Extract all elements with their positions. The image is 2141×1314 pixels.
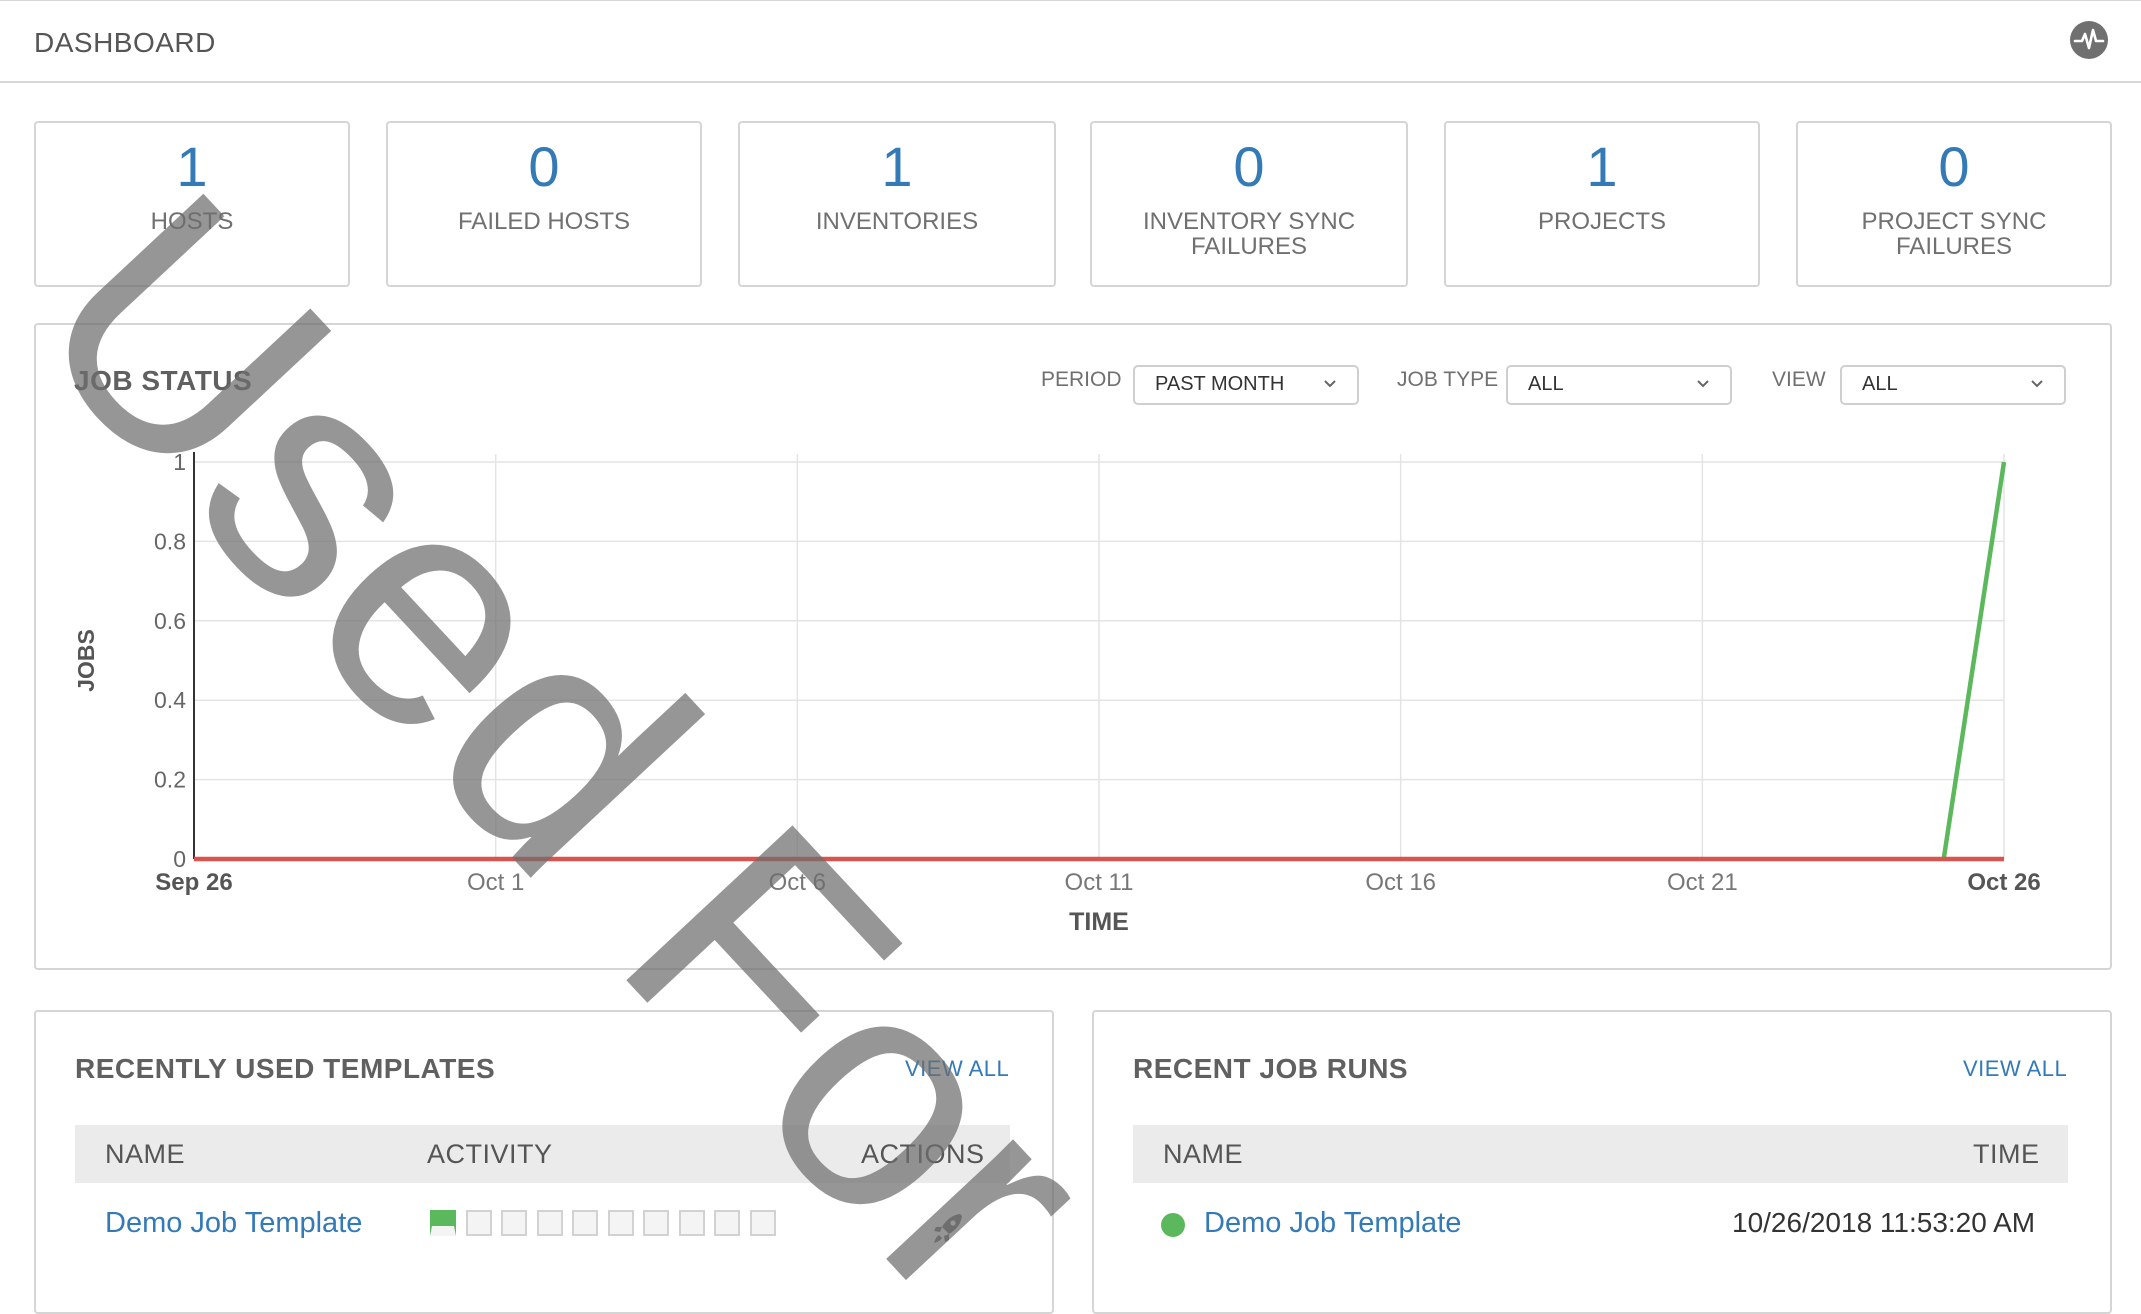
- rocket-launch-icon[interactable]: [930, 1210, 966, 1246]
- y-tick-label: 1: [173, 449, 186, 475]
- templates-col-name: NAME: [105, 1139, 186, 1169]
- y-tick-label: 0.2: [154, 767, 186, 793]
- templates-panel-title: RECENTLY USED TEMPLATES: [75, 1053, 496, 1084]
- job-runs-col-name: NAME: [1163, 1139, 1244, 1169]
- activity-success-box[interactable]: [430, 1210, 456, 1236]
- y-tick-label: 0.4: [154, 687, 186, 713]
- templates-col-activity: ACTIVITY: [427, 1139, 553, 1169]
- y-axis-title: JOBS: [73, 629, 99, 692]
- job-runs-table-header: [1133, 1125, 2068, 1183]
- activity-empty-box: [572, 1210, 598, 1236]
- y-tick-label: 0.8: [154, 528, 186, 554]
- activity-empty-box: [501, 1210, 527, 1236]
- x-tick-label: Oct 11: [1065, 869, 1134, 896]
- x-tick-label: Oct 6: [769, 869, 826, 896]
- activity-empty-box: [536, 1210, 563, 1236]
- job-status-success-icon: [1161, 1213, 1185, 1237]
- x-axis-title: TIME: [1069, 908, 1129, 936]
- template-name-link[interactable]: Demo Job Template: [105, 1207, 362, 1240]
- activity-empty-box: [465, 1210, 492, 1236]
- job-run-name-link[interactable]: Demo Job Template: [1204, 1207, 1461, 1240]
- templates-col-actions: ACTIONS: [861, 1139, 985, 1169]
- job-runs-col-time: TIME: [1973, 1139, 2040, 1169]
- activity-empty-box: [607, 1210, 634, 1236]
- x-tick-label: Oct 16: [1365, 869, 1436, 896]
- x-tick-label: Oct 21: [1667, 869, 1738, 896]
- job-run-time: 10/26/2018 11:53:20 AM: [1732, 1207, 2036, 1238]
- job-runs-view-all-link[interactable]: VIEW ALL: [1963, 1056, 2067, 1082]
- y-tick-label: 0.6: [154, 608, 186, 634]
- templates-view-all-link[interactable]: VIEW ALL: [905, 1056, 1009, 1082]
- x-tick-label: Oct 1: [467, 869, 524, 896]
- activity-empty-box: [678, 1210, 705, 1236]
- x-tick-label: Oct 26: [1967, 869, 2040, 896]
- successful-jobs-line: [1941, 461, 2007, 860]
- activity-empty-box: [749, 1210, 776, 1236]
- activity-empty-box: [643, 1210, 669, 1236]
- activity-empty-box: [714, 1210, 740, 1236]
- x-tick-label: Sep 26: [155, 869, 232, 896]
- job-runs-panel-title: RECENT JOB RUNS: [1133, 1053, 1409, 1084]
